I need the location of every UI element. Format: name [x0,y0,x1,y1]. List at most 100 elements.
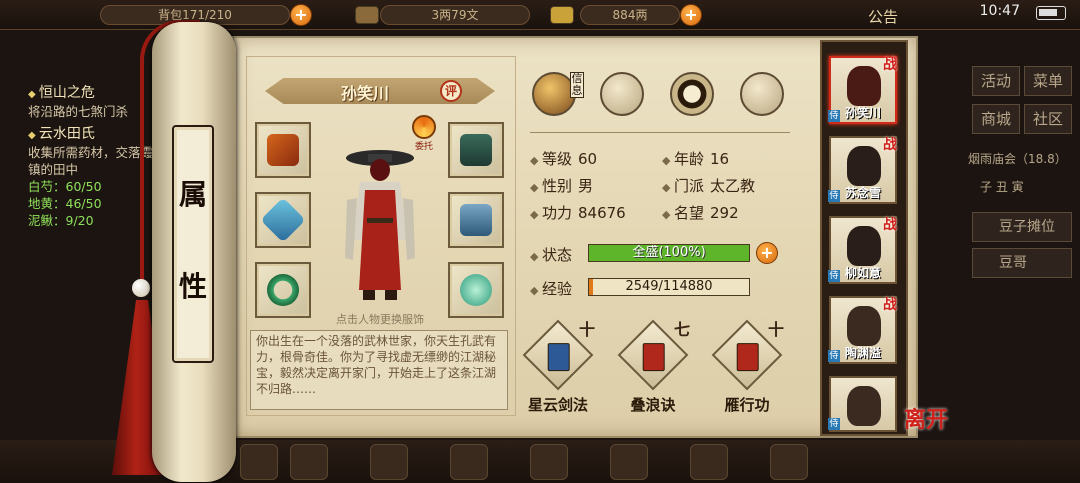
quest-item: 地黄：46/50 [28,196,102,211]
time-period: 子 丑 寅 [980,180,1024,194]
party-member-portrait[interactable]: 战 侍 柳如意 [828,216,897,284]
in-battle-mark: 战 [883,137,897,153]
skill-book-icon [736,343,759,372]
entrust-label: 委托 [414,142,433,152]
attributes-label: 属 性 [172,125,214,363]
quest-tracker[interactable]: 恒山之危 将沿路的七煞门杀 云水田氏 收集所需药材，交落霞镇的田中 白芍：60/… [28,85,158,229]
yin-yang-icon [670,72,714,116]
tassel-bead [132,279,150,297]
quest-desc: 将沿路的七煞门杀 [28,104,129,119]
stat-exp-label: 经验 [530,278,572,299]
nav-slot[interactable] [450,444,488,480]
tab-map[interactable] [600,72,644,116]
copper-amount: 3两79文 [380,5,530,25]
status-bar: 全盛(100%) [588,244,750,262]
bean-brother-button[interactable]: 豆哥 [972,248,1072,278]
shop-button[interactable]: 商城 [972,104,1020,134]
bean-stall-button[interactable]: 豆子摊位 [972,212,1072,242]
team-icon: 侍 [828,418,840,430]
activity-button[interactable]: 活动 [972,66,1020,96]
character-name: 孙笑川 [340,84,389,103]
skill-level: 十 [579,320,596,339]
in-battle-mark: 战 [883,57,897,73]
divider [530,132,790,133]
equip-slot-bracer[interactable] [255,122,311,178]
quest-item: 泥鳅：9/20 [28,213,94,228]
evaluate-button[interactable]: 评 [440,80,462,102]
nav-slot[interactable] [290,444,328,480]
character-figure[interactable] [335,140,425,305]
tab-meridian[interactable] [740,72,784,116]
party-member-portrait[interactable]: 战 侍 孙笑川 [828,56,897,124]
quest-desc: 收集所需药材，交落霞镇的田中 [28,145,154,177]
recover-button[interactable]: + [756,242,778,264]
entrust-button[interactable]: 委托 [410,115,438,153]
skill-book-icon [642,343,665,372]
skill-book-icon [547,343,570,372]
menu-button[interactable]: 菜单 [1024,66,1072,96]
label-char: 性 [178,270,207,303]
equip-slot-pendant[interactable] [448,262,504,318]
tab-info[interactable]: 信息 [532,72,584,116]
party-member-name: 柳如意 [844,266,881,280]
entrust-swirl-icon [412,115,436,139]
community-button[interactable]: 社区 [1024,104,1072,134]
tab-taiji[interactable] [670,72,714,116]
skill-slot[interactable]: 七 叠浪诀 [617,318,690,415]
battery-icon [1036,6,1066,20]
jade-ring-icon [267,274,299,306]
party-member-name: 陶渊溢 [844,346,881,360]
party-member-portrait[interactable]: 侍 [828,376,897,432]
nav-slot[interactable] [770,444,808,480]
exp-bar: 2549/114880 [588,278,750,296]
tab-info-label: 信息 [570,72,584,98]
bag-add-button[interactable]: + [290,4,312,26]
party-member-portrait[interactable]: 战 侍 苏念雪 [828,136,897,204]
bracer-icon [267,134,299,166]
clock-time: 10:47 [979,3,1020,19]
nav-slot[interactable] [530,444,568,480]
silver-add-button[interactable]: + [680,4,702,26]
character-bio: 你出生在一个没落的武林世家，你天生孔武有力，根骨奇佳。你为了寻找虚无缥缈的江湖秘… [250,330,508,410]
stat-power: 功力84676 [530,202,626,223]
notice-button[interactable]: 公告 [868,6,898,27]
skill-level: 十 [768,320,785,339]
skill-name: 雁行功 [724,396,770,414]
skill-slot[interactable]: 十 星云剑法 [522,318,596,415]
leave-button[interactable]: 离开 [904,402,948,434]
equip-slot-weapon[interactable] [255,192,311,248]
avatar [847,66,881,106]
event-note: 烟雨庙会（18.8） [968,152,1067,166]
stat-status-label: 状态 [530,244,572,265]
nav-slot[interactable] [370,444,408,480]
skill-slot[interactable]: 十 雁行功 [711,318,785,415]
in-battle-mark: 战 [883,217,897,233]
avatar [847,386,881,426]
exp-text: 2549/114880 [625,279,713,294]
nav-slot[interactable] [610,444,648,480]
in-battle-mark: 战 [883,297,897,313]
stat-age: 年龄16 [662,148,729,169]
skill-name: 叠浪诀 [630,396,676,414]
map-scroll-icon [600,72,644,116]
silver-ingot-icon [550,6,574,24]
status-text: 全盛(100%) [632,245,706,260]
equip-slot-helmet[interactable] [448,122,504,178]
sword-icon [260,197,306,243]
avatar [847,226,881,266]
equip-slot-ring[interactable] [255,262,311,318]
avatar [847,146,881,186]
nav-slot[interactable] [690,444,728,480]
jade-pendant-icon [460,274,492,306]
stat-gender: 性别男 [530,175,593,196]
quest-title: 云水田氏 [28,126,158,144]
change-outfit-hint: 点击人物更换服饰 [336,313,424,326]
avatar [847,306,881,346]
equip-slot-armor[interactable] [448,192,504,248]
copper-coin-icon [355,6,379,24]
nav-slot[interactable] [240,444,278,480]
meridian-body-icon [740,72,784,116]
party-member-portrait[interactable]: 战 侍 陶渊溢 [828,296,897,364]
party-member-name: 孙笑川 [844,106,881,120]
label-char: 属 [178,178,207,211]
